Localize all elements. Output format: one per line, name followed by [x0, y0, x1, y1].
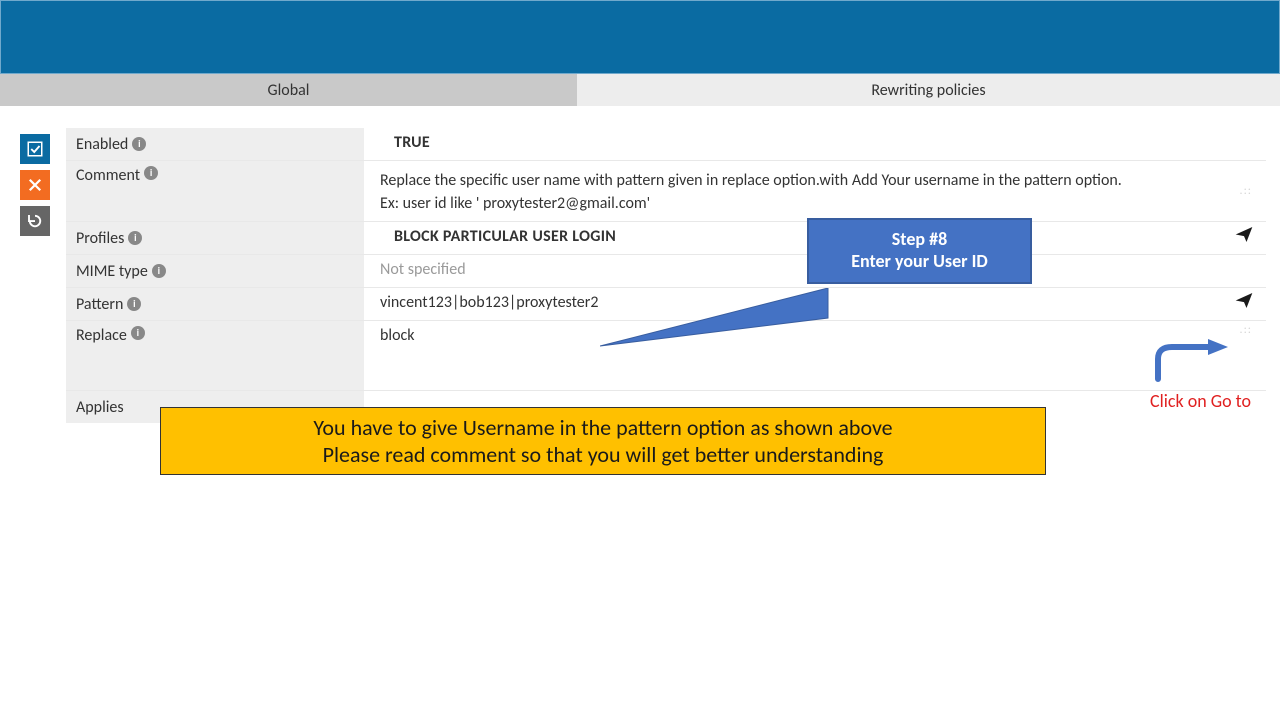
page: Global Rewriting policies Enabledi TRUE … — [0, 0, 1280, 720]
undo-icon — [26, 212, 44, 230]
row-mime: MIME typei Not specified — [66, 254, 1266, 287]
info-icon[interactable]: i — [132, 137, 146, 151]
cancel-button[interactable] — [20, 170, 50, 200]
label-replace: Replacei — [66, 321, 364, 390]
info-icon[interactable]: i — [127, 297, 141, 311]
action-sidebar — [14, 128, 66, 423]
row-comment: Commenti Replace the specific user name … — [66, 160, 1266, 221]
goto-button[interactable] — [1234, 290, 1254, 315]
callout-line2: Enter your User ID — [819, 250, 1020, 272]
label-enabled: Enabledi — [66, 128, 364, 160]
paper-plane-icon — [1234, 290, 1254, 310]
paper-plane-icon — [1234, 224, 1254, 244]
info-icon[interactable]: i — [131, 326, 145, 340]
label-pattern: Patterni — [66, 288, 364, 320]
instruction-note: You have to give Username in the pattern… — [160, 407, 1046, 475]
undo-button[interactable] — [20, 206, 50, 236]
comment-line1: Replace the specific user name with patt… — [380, 169, 1122, 192]
close-icon — [26, 176, 44, 194]
form-table: Enabledi TRUE Commenti Replace the speci… — [66, 128, 1266, 423]
label-comment: Commenti — [66, 161, 364, 221]
top-banner — [0, 0, 1280, 74]
content-area: Enabledi TRUE Commenti Replace the speci… — [0, 106, 1280, 423]
curved-arrow-icon — [1150, 339, 1230, 383]
tab-global[interactable]: Global — [0, 74, 577, 106]
expand-icon[interactable]: .:: — [1240, 184, 1252, 198]
goto-hint: Click on Go to — [1150, 339, 1251, 412]
row-profiles: Profilesi BLOCK PARTICULAR USER LOGIN — [66, 221, 1266, 254]
label-mime: MIME typei — [66, 255, 364, 287]
tab-rewriting-policies[interactable]: Rewriting policies — [577, 74, 1280, 106]
row-enabled: Enabledi TRUE — [66, 128, 1266, 160]
expand-icon[interactable]: .:: — [1240, 323, 1252, 337]
value-enabled[interactable]: TRUE — [364, 128, 1266, 157]
confirm-button[interactable] — [20, 134, 50, 164]
goto-hint-text: Click on Go to — [1150, 390, 1251, 412]
check-icon — [26, 140, 44, 158]
goto-button[interactable] — [1234, 224, 1254, 249]
label-profiles: Profilesi — [66, 222, 364, 254]
callout-step8: Step #8 Enter your User ID — [807, 218, 1032, 284]
info-icon[interactable]: i — [128, 231, 142, 245]
info-icon[interactable]: i — [144, 166, 158, 180]
tab-bar: Global Rewriting policies — [0, 74, 1280, 106]
note-line2: Please read comment so that you will get… — [179, 441, 1027, 468]
comment-line2: Ex: user id like ' proxytester2@gmail.co… — [380, 194, 650, 213]
value-comment[interactable]: Replace the specific user name with patt… — [364, 161, 1266, 221]
info-icon[interactable]: i — [152, 264, 166, 278]
callout-line1: Step #8 — [819, 228, 1020, 250]
note-line1: You have to give Username in the pattern… — [179, 414, 1027, 441]
value-applies[interactable] — [364, 391, 1266, 401]
callout-arrow — [600, 288, 840, 368]
